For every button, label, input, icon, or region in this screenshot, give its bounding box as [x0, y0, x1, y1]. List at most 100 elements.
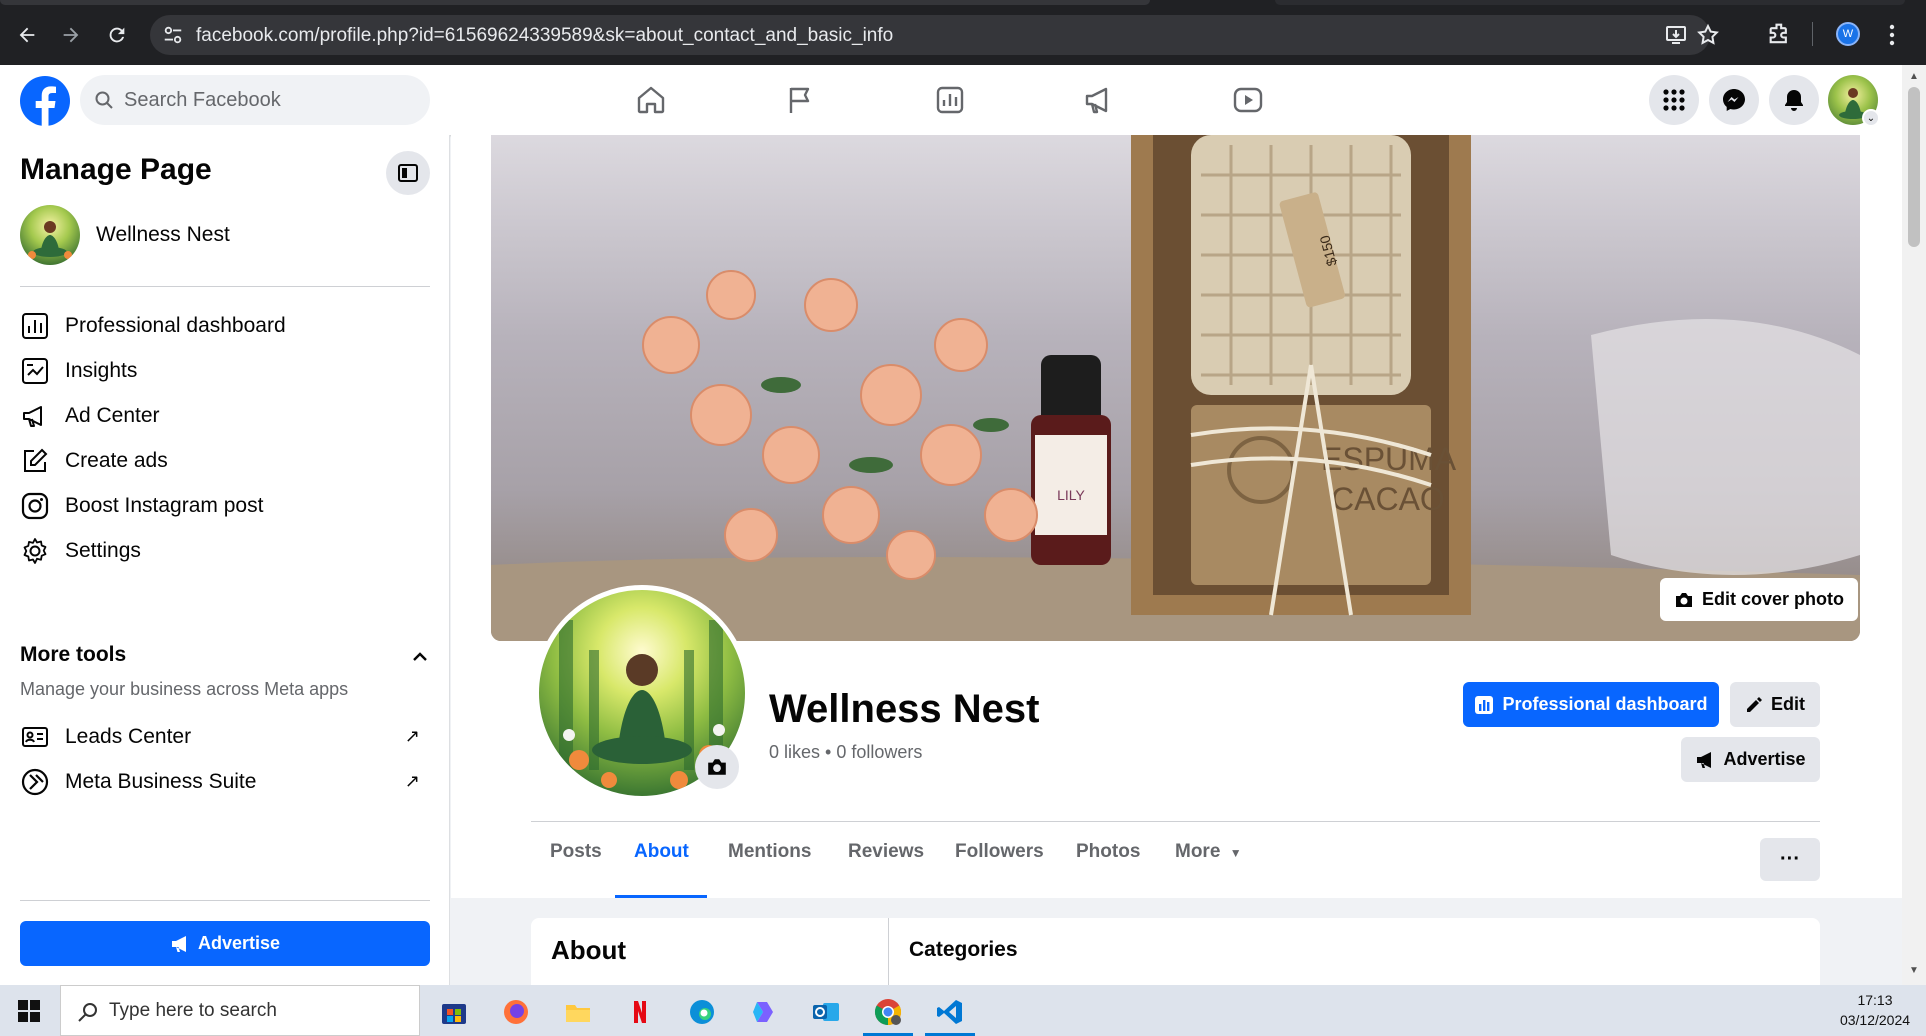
microsoft-store-app-icon[interactable]: [429, 991, 479, 1033]
sidebar-advertise-button[interactable]: Advertise: [20, 921, 430, 966]
system-clock[interactable]: 17:13 03/12/2024: [1830, 990, 1920, 1030]
search-icon: [95, 91, 113, 109]
menu-grid-button[interactable]: [1649, 75, 1699, 125]
copilot-app-icon[interactable]: [739, 991, 789, 1033]
bookmark-star-icon[interactable]: [1696, 23, 1720, 47]
megaphone-icon: [20, 401, 50, 431]
clock-date: 03/12/2024: [1839, 1012, 1911, 1028]
browser-tab[interactable]: [0, 0, 1150, 5]
search-input[interactable]: Search Facebook: [80, 75, 430, 125]
sidebar-item-meta-business-suite[interactable]: Meta Business Suite ↗: [20, 757, 440, 807]
update-profile-picture-button[interactable]: [695, 745, 739, 789]
clock-time: 17:13: [1857, 992, 1893, 1008]
sidebar-item-professional-dashboard[interactable]: Professional dashboard: [20, 301, 440, 351]
cover-photo: $150 ESPUMA CACAO LILY Edit cover photo: [491, 135, 1860, 641]
forward-icon[interactable]: [56, 20, 86, 50]
taskbar-search-placeholder: Type here to search: [109, 1000, 277, 1021]
reload-icon[interactable]: [102, 20, 132, 50]
facebook-logo-icon[interactable]: [20, 76, 70, 126]
advertise-label: Advertise: [1723, 749, 1806, 769]
file-explorer-app-icon[interactable]: [553, 991, 603, 1033]
sidebar-item-leads-center[interactable]: Leads Center ↗: [20, 712, 440, 762]
url-text[interactable]: facebook.com/profile.php?id=615696243395…: [196, 25, 893, 47]
facebook-header: Search Facebook ⌄: [0, 65, 1902, 135]
categories-heading: Categories: [909, 938, 1018, 961]
sidebar-item-boost-instagram[interactable]: Boost Instagram post: [20, 481, 440, 531]
insights-icon: [20, 356, 50, 386]
about-card: [531, 918, 1820, 985]
pages-flag-icon[interactable]: [782, 82, 818, 118]
browser-profile-avatar[interactable]: W: [1836, 22, 1860, 46]
page-scrollbar[interactable]: ▲ ▼: [1902, 65, 1926, 985]
windows-start-icon[interactable]: [18, 1000, 40, 1022]
sidebar-divider: [20, 900, 430, 901]
meditating-woman-avatar-icon: [28, 221, 72, 259]
professional-dashboard-button[interactable]: Professional dashboard: [1463, 682, 1719, 727]
edit-label: Edit: [1771, 694, 1805, 714]
sidebar-item-settings[interactable]: Settings: [20, 526, 440, 576]
install-app-icon[interactable]: [1664, 23, 1688, 47]
gear-icon: [20, 536, 50, 566]
likes-followers-count[interactable]: 0 likes • 0 followers: [769, 742, 922, 763]
sidebar-item-label: Professional dashboard: [65, 314, 286, 337]
firefox-app-icon[interactable]: [491, 991, 541, 1033]
about-heading: About: [551, 935, 627, 965]
sidebar-item-label: Leads Center: [65, 725, 192, 748]
extensions-icon[interactable]: [1766, 20, 1794, 48]
back-icon[interactable]: [12, 20, 42, 50]
current-page-link[interactable]: Wellness Nest: [20, 205, 230, 265]
account-chevron-icon[interactable]: ⌄: [1862, 109, 1880, 127]
external-link-icon: ↗: [404, 771, 420, 791]
tab-more[interactable]: More ▼: [1175, 841, 1242, 863]
tab-mentions[interactable]: Mentions: [728, 841, 811, 863]
toolbar-separator: [1812, 22, 1813, 46]
scrollbar-thumb[interactable]: [1908, 87, 1920, 247]
chevron-up-icon[interactable]: [410, 647, 430, 667]
tabs-divider: [531, 821, 1820, 822]
sidebar-item-ad-center[interactable]: Ad Center: [20, 391, 440, 441]
windows-taskbar: Type here to search 17:13 03/12/2024: [0, 985, 1926, 1036]
sidebar-item-label: Boost Instagram post: [65, 494, 264, 517]
outlook-app-icon[interactable]: [801, 991, 851, 1033]
more-tools-subtitle: Manage your business across Meta apps: [20, 679, 349, 699]
scroll-up-arrow-icon[interactable]: ▲: [1909, 71, 1919, 82]
browser-tab[interactable]: [1275, 0, 1905, 5]
page-title: Wellness Nest: [769, 687, 1040, 731]
sidebar-item-create-ads[interactable]: Create ads: [20, 436, 440, 486]
tab-photos[interactable]: Photos: [1076, 841, 1140, 863]
messenger-button[interactable]: [1709, 75, 1759, 125]
tab-about[interactable]: About: [634, 841, 689, 863]
sidebar-item-insights[interactable]: Insights: [20, 346, 440, 396]
browser-chrome: facebook.com/profile.php?id=615696243395…: [0, 0, 1926, 65]
megaphone-icon: [171, 935, 186, 952]
cover-image: $150 ESPUMA CACAO LILY: [491, 135, 1860, 641]
edge-app-icon[interactable]: [677, 991, 727, 1033]
leads-icon: [20, 722, 50, 752]
browser-menu-icon[interactable]: [1884, 22, 1900, 48]
tab-followers[interactable]: Followers: [955, 841, 1044, 863]
sidebar-title: Manage Page: [20, 153, 212, 186]
tab-posts[interactable]: Posts: [550, 841, 602, 863]
tab-reviews[interactable]: Reviews: [848, 841, 924, 863]
edit-page-button[interactable]: Edit: [1730, 682, 1820, 727]
grid-icon: [1663, 89, 1685, 111]
scroll-down-arrow-icon[interactable]: ▼: [1909, 965, 1919, 976]
edit-cover-photo-button[interactable]: Edit cover photo: [1660, 578, 1858, 621]
vscode-app-icon[interactable]: [925, 991, 975, 1036]
taskbar-search-input[interactable]: Type here to search: [60, 985, 420, 1036]
home-icon[interactable]: [633, 82, 669, 118]
netflix-app-icon[interactable]: [615, 991, 665, 1033]
video-icon[interactable]: [1230, 82, 1266, 118]
site-settings-icon[interactable]: [162, 24, 184, 46]
advertise-button[interactable]: Advertise: [1681, 737, 1820, 782]
dashboard-nav-icon[interactable]: [932, 82, 968, 118]
collapse-sidebar-button[interactable]: [386, 151, 430, 195]
tab-more-label: More: [1175, 841, 1221, 862]
more-tools-heading[interactable]: More tools: [20, 643, 126, 667]
more-options-button[interactable]: ···: [1760, 838, 1820, 881]
chrome-app-icon[interactable]: [863, 991, 913, 1036]
ad-center-nav-icon[interactable]: [1081, 82, 1117, 118]
megaphone-icon: [1697, 751, 1712, 768]
notifications-button[interactable]: [1769, 75, 1819, 125]
address-bar[interactable]: facebook.com/profile.php?id=615696243395…: [150, 15, 1719, 55]
